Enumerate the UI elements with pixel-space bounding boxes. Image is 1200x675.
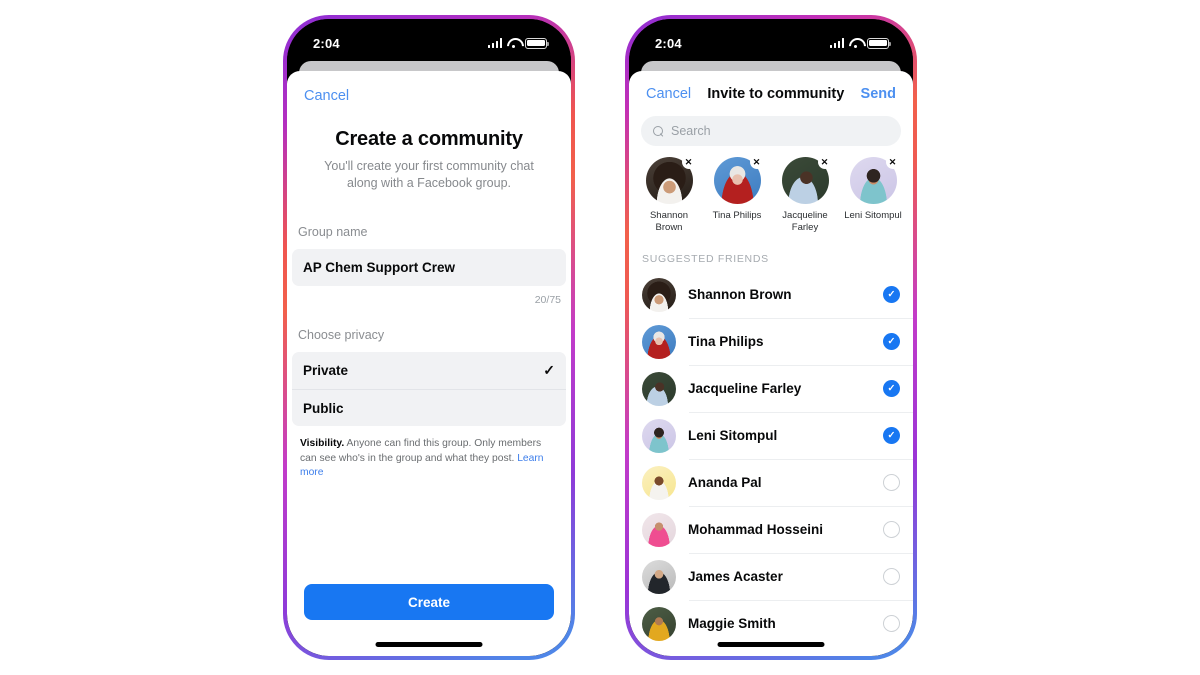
status-bar-right: 2:04 [629, 19, 913, 61]
selected-chip-name: Tina Philips [712, 210, 762, 221]
screenshot-canvas: 2:04 Cancel Create a community You'll cr… [0, 0, 1200, 675]
close-icon[interactable]: ✕ [817, 155, 832, 169]
avatar: ✕ [713, 155, 764, 204]
create-button[interactable]: Create [304, 584, 554, 620]
friend-name: Jacqueline Farley [688, 381, 802, 396]
status-bar-left: 2:04 [287, 19, 571, 61]
choose-privacy-label: Choose privacy [298, 328, 385, 342]
group-name-input[interactable]: AP Chem Support Crew [292, 249, 566, 286]
avatar: ✕ [645, 155, 696, 204]
wifi-icon [507, 38, 520, 49]
home-indicator[interactable] [717, 642, 825, 647]
friend-name: Mohammad Hosseini [688, 522, 824, 537]
send-button[interactable]: Send [861, 86, 896, 102]
avatar [642, 324, 676, 359]
avatar: ✕ [849, 155, 900, 204]
group-name-value: AP Chem Support Crew [303, 260, 456, 275]
phone-mockup-create-community: 2:04 Cancel Create a community You'll cr… [283, 15, 575, 660]
invite-to-community-sheet: Cancel Invite to community Send Search ✕… [629, 71, 913, 656]
section-header-suggested-friends: SUGGESTED FRIENDS [642, 253, 769, 265]
checkbox-unchecked-icon[interactable] [883, 474, 900, 491]
selected-chip[interactable]: ✕ Leni Sitompul [839, 155, 907, 234]
close-icon[interactable]: ✕ [681, 155, 696, 169]
phone-screen-left: 2:04 Cancel Create a community You'll cr… [287, 19, 571, 656]
checkbox-checked-icon[interactable]: ✓ [883, 427, 900, 444]
wifi-icon [849, 38, 862, 49]
list-item[interactable]: Maggie Smith [629, 600, 913, 647]
avatar [642, 418, 676, 453]
home-indicator[interactable] [375, 642, 483, 647]
avatar [642, 277, 676, 312]
close-icon[interactable]: ✕ [749, 155, 764, 169]
phone-mockup-invite-to-community: 2:04 Cancel Invite to community Send Sea… [625, 15, 917, 660]
page-subtitle: You'll create your first community chat … [324, 159, 534, 190]
sheet-nav-left: Cancel [287, 71, 571, 105]
friend-name: Ananda Pal [688, 475, 762, 490]
selected-chip[interactable]: ✕ Shannon Brown [635, 155, 703, 234]
close-icon[interactable]: ✕ [885, 155, 900, 169]
visibility-note-heading: Visibility. [300, 438, 345, 449]
privacy-options: Private ✓ Public [292, 352, 566, 426]
avatar [642, 559, 676, 594]
battery-icon [525, 37, 549, 49]
friend-name: Shannon Brown [688, 287, 792, 302]
selected-chip-name: Jacqueline Farley [782, 210, 828, 233]
phone-screen-right: 2:04 Cancel Invite to community Send Sea… [629, 19, 913, 656]
privacy-option-private[interactable]: Private ✓ [292, 352, 566, 389]
avatar [642, 465, 676, 500]
search-icon [653, 125, 664, 137]
list-item[interactable]: Shannon Brown ✓ [629, 271, 913, 318]
checkbox-unchecked-icon[interactable] [883, 521, 900, 538]
privacy-option-private-label: Private [303, 363, 349, 378]
status-bar-icons [487, 37, 549, 49]
page-title: Create a community [335, 128, 523, 150]
checkbox-checked-icon[interactable]: ✓ [883, 333, 900, 350]
cellular-bars-icon [487, 38, 502, 48]
list-item[interactable]: Tina Philips ✓ [629, 318, 913, 365]
status-bar-clock: 2:04 [655, 35, 682, 51]
friend-name: Tina Philips [688, 334, 764, 349]
checkbox-unchecked-icon[interactable] [883, 568, 900, 585]
avatar [642, 512, 676, 547]
cancel-button[interactable]: Cancel [304, 88, 349, 104]
list-item[interactable]: Mohammad Hosseini [629, 506, 913, 553]
selected-chip[interactable]: ✕ Tina Philips [703, 155, 771, 234]
checkbox-checked-icon[interactable]: ✓ [883, 380, 900, 397]
selected-people-chips: ✕ Shannon Brown ✕ Tina Philips ✕ Jacquel… [629, 146, 913, 234]
avatar [642, 371, 676, 406]
checkbox-checked-icon[interactable]: ✓ [883, 286, 900, 303]
list-item[interactable]: Jacqueline Farley ✓ [629, 365, 913, 412]
cellular-bars-icon [829, 38, 844, 48]
cancel-button[interactable]: Cancel [646, 86, 691, 102]
visibility-note: Visibility. Anyone can find this group. … [300, 437, 558, 481]
group-name-label: Group name [298, 225, 368, 239]
friend-name: James Acaster [688, 569, 783, 584]
friend-name: Maggie Smith [688, 616, 776, 631]
character-counter: 20/75 [534, 294, 561, 306]
selected-chip-name: Shannon Brown [649, 210, 689, 233]
list-item[interactable]: Leni Sitompul ✓ [629, 412, 913, 459]
list-item[interactable]: James Acaster [629, 553, 913, 600]
friends-list: Shannon Brown ✓ Tina Philips ✓ Jacquelin… [629, 271, 913, 656]
create-community-sheet: Cancel Create a community You'll create … [287, 71, 571, 656]
sheet-nav-right: Cancel Invite to community Send [629, 71, 913, 102]
search-input[interactable]: Search [641, 116, 901, 146]
friend-name: Leni Sitompul [688, 428, 778, 443]
sheet-spacer [287, 481, 571, 585]
privacy-option-public-label: Public [303, 400, 344, 416]
battery-icon [867, 37, 891, 49]
selected-chip-name: Leni Sitompul [844, 210, 902, 221]
status-bar-clock: 2:04 [313, 35, 340, 51]
checkmark-icon: ✓ [543, 362, 555, 378]
avatar: ✕ [781, 155, 832, 204]
privacy-option-public[interactable]: Public [292, 389, 566, 426]
search-placeholder: Search [671, 124, 711, 138]
list-item[interactable]: Ananda Pal [629, 459, 913, 506]
selected-chip[interactable]: ✕ Jacqueline Farley [771, 155, 839, 234]
avatar [642, 606, 676, 641]
status-bar-icons [829, 37, 891, 49]
page-title: Invite to community [707, 86, 845, 102]
checkbox-unchecked-icon[interactable] [883, 615, 900, 632]
